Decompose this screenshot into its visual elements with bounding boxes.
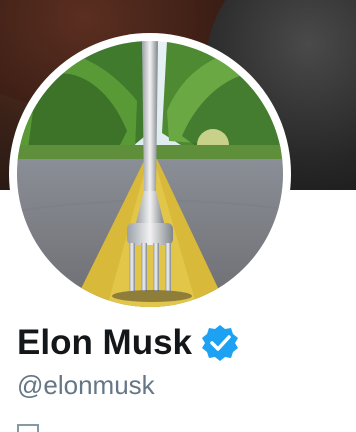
profile-name-row: Elon Musk [17, 321, 240, 365]
avatar[interactable] [17, 41, 283, 307]
avatar-photo [17, 41, 283, 307]
calendar-icon [17, 424, 39, 432]
avatar-ring [9, 33, 291, 315]
profile-name: Elon Musk [17, 323, 193, 362]
verified-badge-icon [202, 325, 239, 361]
profile-handle: @elonmusk [17, 370, 155, 400]
